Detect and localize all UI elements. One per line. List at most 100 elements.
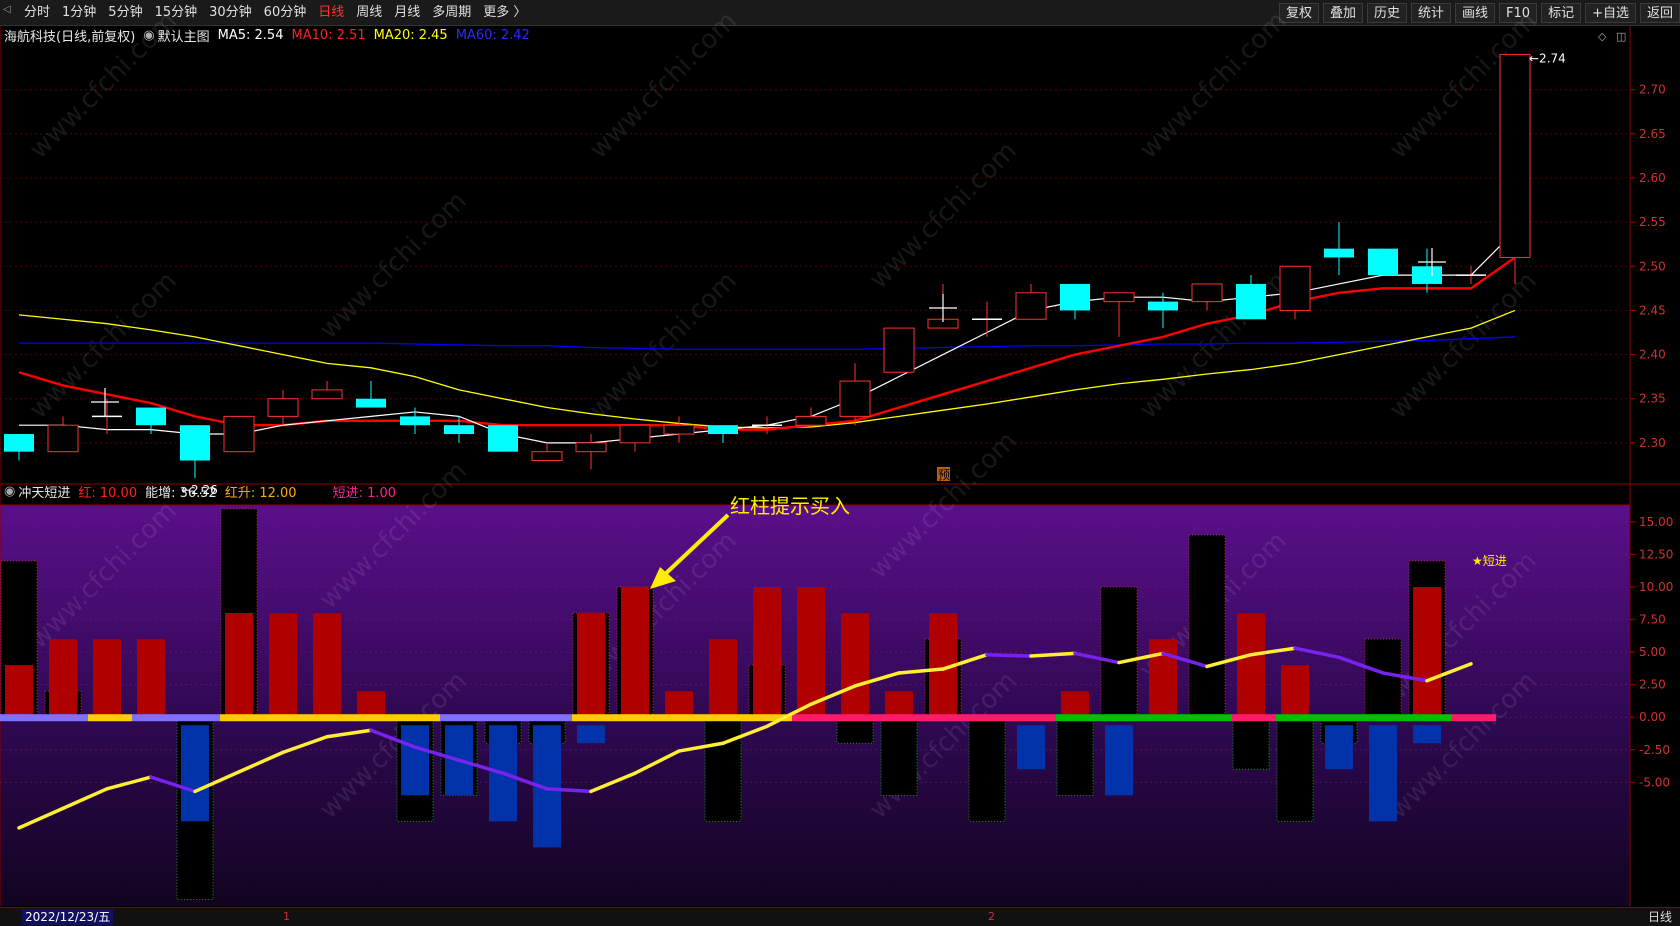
indicator-red-bar	[5, 665, 33, 718]
candle-down	[4, 434, 34, 452]
indicator-line-segment	[985, 652, 1033, 658]
candle-up	[883, 327, 915, 373]
candle-down	[1368, 248, 1398, 276]
indicator-red-bar	[797, 587, 825, 718]
indicator-tick-label: 0.00	[1639, 710, 1666, 724]
watermark-text: www.cfchi.com	[24, 6, 183, 165]
indicator-red-bar	[49, 639, 77, 718]
indicator-color-strip	[1100, 714, 1144, 722]
period-label: 日线	[1647, 910, 1672, 924]
indicator-tick-label: 5.00	[1639, 645, 1666, 659]
indicator-tick-label: 10.00	[1639, 580, 1673, 594]
indicator-color-strip	[264, 714, 308, 722]
short-in-marker: ★短进	[1472, 554, 1507, 568]
candle-up	[1191, 283, 1223, 303]
candle-up	[267, 398, 299, 417]
indicator-red-bar	[1149, 639, 1177, 718]
indicator-color-strip	[44, 714, 88, 722]
indicator-black-bar	[1232, 716, 1270, 770]
price-tick-label: 2.55	[1639, 215, 1666, 229]
indicator-color-strip	[1056, 714, 1100, 722]
indicator-red-bar	[709, 639, 737, 718]
indicator-color-strip	[1452, 714, 1496, 722]
watermark-text: www.cfchi.com	[24, 266, 183, 425]
indicator-color-strip	[176, 714, 220, 722]
price-tick-label: 2.40	[1639, 348, 1666, 362]
indicator-color-strip	[484, 714, 528, 722]
indicator-black-bar	[1276, 716, 1314, 822]
candle-down	[1236, 283, 1266, 320]
indicator-color-strip	[924, 714, 968, 722]
bottom-bar: 2022/12/23/五 1 2 日线	[0, 907, 1680, 926]
indicator-red-bar	[885, 691, 913, 718]
indicator-color-strip	[1144, 714, 1188, 722]
indicator-black-bar	[968, 716, 1006, 822]
indicator-red-bar	[621, 587, 649, 718]
pre-mark: 预	[938, 468, 950, 482]
indicator-red-bar	[665, 691, 693, 718]
indicator-color-strip	[792, 714, 836, 722]
candle-up	[1279, 265, 1311, 311]
indicator-color-strip	[1232, 714, 1276, 722]
price-tick-label: 2.50	[1639, 259, 1666, 273]
candle-up	[619, 424, 651, 444]
indicator-red-bar	[1281, 665, 1309, 718]
indicator-black-bar	[1364, 638, 1402, 718]
indicator-tick-label: 12.50	[1639, 547, 1673, 561]
indicator-color-strip	[0, 714, 44, 722]
candle-up	[1103, 292, 1135, 303]
watermark-text: www.cfchi.com	[1384, 266, 1543, 425]
indicator-color-strip	[220, 714, 264, 722]
price-tick-label: 2.35	[1639, 392, 1666, 406]
indicator-red-bar	[225, 613, 253, 718]
candle-up	[839, 380, 871, 417]
candle-down	[400, 416, 430, 426]
price-tick-label: 2.45	[1639, 303, 1666, 317]
candle-down	[708, 425, 738, 435]
indicator-tick-label: 7.50	[1639, 613, 1666, 627]
indicator-color-strip	[1012, 714, 1056, 722]
indicator-color-strip	[528, 714, 572, 722]
indicator-tick-label: 15.00	[1639, 515, 1673, 529]
chart-canvas[interactable]: 2.702.652.602.552.502.452.402.352.3015.0…	[0, 0, 1680, 926]
date-label: 2022/12/23/五	[22, 909, 114, 925]
indicator-tick-label: -5.00	[1639, 775, 1670, 789]
indicator-black-bar	[1188, 534, 1226, 718]
ma60-line	[19, 336, 1516, 350]
candle-down	[136, 407, 166, 426]
watermark-text: www.cfchi.com	[314, 186, 473, 345]
candle-up	[795, 415, 827, 426]
candle-down	[1324, 248, 1354, 258]
high-price-label: ←2.74	[1529, 51, 1566, 65]
indicator-color-strip	[660, 714, 704, 722]
indicator-red-bar	[1413, 587, 1441, 718]
indicator-color-strip	[132, 714, 176, 722]
indicator-tick-label: -2.50	[1639, 743, 1670, 757]
indicator-color-strip	[1364, 714, 1408, 722]
price-tick-label: 2.30	[1639, 436, 1666, 450]
indicator-red-bar	[313, 613, 341, 718]
indicator-color-strip	[704, 714, 748, 722]
candle-up	[223, 415, 255, 453]
price-tick-label: 2.65	[1639, 127, 1666, 141]
indicator-blue-bar	[1105, 725, 1133, 796]
candle-up	[311, 389, 343, 400]
indicator-blue-bar	[1017, 725, 1045, 770]
indicator-red-bar	[137, 639, 165, 718]
price-tick-label: 2.60	[1639, 171, 1666, 185]
watermark-text: www.cfchi.com	[584, 6, 743, 165]
indicator-red-bar	[93, 639, 121, 718]
indicator-red-bar	[269, 613, 297, 718]
indicator-color-strip	[1276, 714, 1320, 722]
candle-down	[488, 425, 518, 452]
candle-up	[663, 424, 695, 435]
watermark-text: www.cfchi.com	[864, 136, 1023, 295]
buy-hint-text: 红柱提示买入	[730, 494, 850, 518]
candle-down	[1060, 283, 1090, 311]
axis-mark-2: 2	[988, 910, 995, 923]
axis-mark-1: 1	[283, 910, 290, 923]
indicator-blue-bar	[401, 725, 429, 796]
indicator-red-bar	[1237, 613, 1265, 718]
indicator-color-strip	[1408, 714, 1452, 722]
indicator-blue-bar	[1413, 725, 1441, 744]
